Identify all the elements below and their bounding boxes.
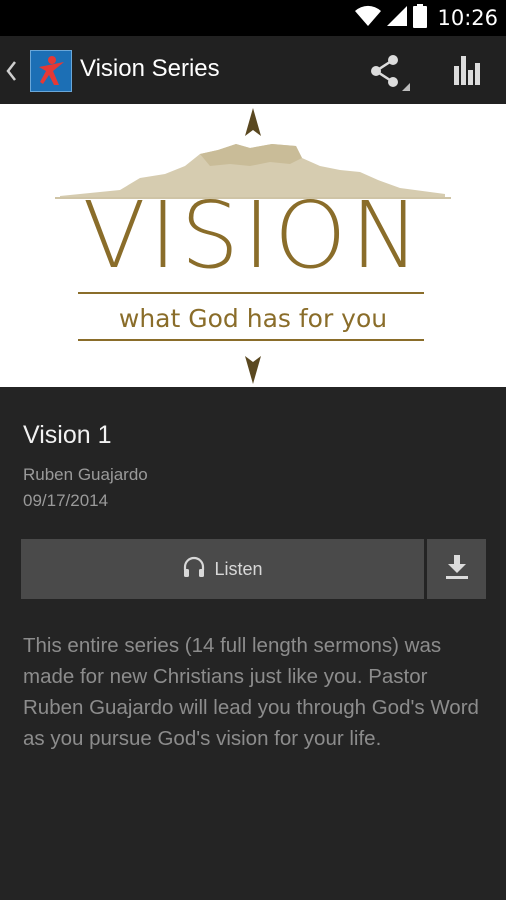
series-banner: VISION what God has for you	[0, 104, 506, 387]
headphones-icon	[182, 555, 206, 583]
app-logo[interactable]	[30, 50, 72, 92]
download-icon	[443, 553, 471, 585]
sermon-date: 09/17/2014	[23, 491, 109, 510]
app-title: Vision Series	[80, 55, 220, 82]
status-bar: 10:26	[0, 0, 506, 36]
speaker-name: Ruben Guajardo	[23, 465, 148, 484]
action-bar: Vision Series	[0, 36, 506, 104]
download-button[interactable]	[427, 539, 486, 599]
wifi-icon	[355, 5, 382, 31]
stats-icon	[446, 56, 490, 96]
sermon-details: Vision 1 Ruben Guajardo 09/17/2014 Liste…	[0, 387, 506, 900]
stats-button[interactable]	[446, 52, 490, 92]
sermon-title: Vision 1	[23, 421, 112, 449]
banner-heading: VISION	[82, 182, 424, 289]
share-icon	[366, 55, 412, 96]
sermon-description: This entire series (14 full length sermo…	[23, 634, 479, 750]
share-button[interactable]	[366, 52, 412, 92]
battery-icon	[413, 4, 428, 32]
listen-button[interactable]: Listen	[21, 539, 424, 599]
back-chevron-icon[interactable]	[3, 58, 19, 84]
clock: 10:26	[437, 6, 498, 30]
status-icons: 10:26	[355, 0, 498, 36]
signal-icon	[387, 6, 408, 30]
banner-tagline: what God has for you	[118, 304, 388, 333]
listen-label: Listen	[214, 558, 263, 579]
